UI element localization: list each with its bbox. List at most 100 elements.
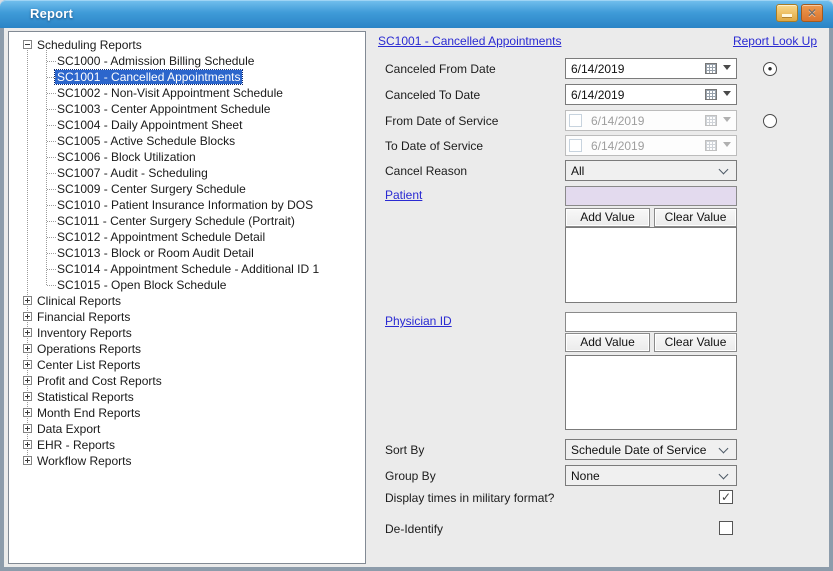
canceled-from-date-picker[interactable]: 6/14/2019: [565, 58, 737, 79]
tree-node-label[interactable]: Operations Reports: [37, 342, 141, 356]
tree-node-label[interactable]: SC1009 - Center Surgery Schedule: [57, 182, 246, 196]
tree-node-label[interactable]: SC1015 - Open Block Schedule: [57, 278, 226, 292]
cancel-reason-select[interactable]: All: [565, 160, 737, 181]
group-by-select[interactable]: None: [565, 465, 737, 486]
tree-node-label[interactable]: SC1013 - Block or Room Audit Detail: [57, 246, 254, 260]
minimize-button[interactable]: [776, 4, 798, 22]
tree-node-label[interactable]: Financial Reports: [37, 310, 130, 324]
chevron-down-icon[interactable]: [719, 164, 729, 174]
tree-node-category[interactable]: Operations Reports: [9, 341, 365, 357]
physician-id-link[interactable]: Physician ID: [385, 314, 452, 328]
de-identify-checkbox[interactable]: [719, 521, 733, 535]
tree-node-label[interactable]: Month End Reports: [37, 406, 140, 420]
tree-node-scheduling-reports[interactable]: Scheduling Reports: [9, 37, 365, 53]
tree-node-report[interactable]: SC1006 - Block Utilization: [9, 149, 365, 165]
tree-node-report[interactable]: SC1007 - Audit - Scheduling: [9, 165, 365, 181]
tree-node-category[interactable]: Center List Reports: [9, 357, 365, 373]
chevron-down-icon[interactable]: [719, 469, 729, 479]
report-lookup-link[interactable]: Report Look Up: [733, 34, 817, 48]
tree-node-label[interactable]: SC1000 - Admission Billing Schedule: [57, 54, 254, 68]
tree-node-category[interactable]: Workflow Reports: [9, 453, 365, 469]
calendar-icon[interactable]: [705, 63, 717, 74]
tree-node-report[interactable]: SC1012 - Appointment Schedule Detail: [9, 229, 365, 245]
expand-icon[interactable]: [23, 328, 32, 337]
tree-node-label[interactable]: Statistical Reports: [37, 390, 134, 404]
report-tree[interactable]: Scheduling Reports SC1000 - Admission Bi…: [8, 31, 366, 564]
patient-list-box[interactable]: [565, 227, 737, 303]
tree-node-label[interactable]: Data Export: [37, 422, 100, 436]
physician-id-input[interactable]: [565, 312, 737, 332]
physician-add-value-button[interactable]: Add Value: [565, 333, 650, 352]
expand-icon[interactable]: [23, 296, 32, 305]
chevron-down-icon[interactable]: [719, 443, 729, 453]
expand-icon[interactable]: [23, 424, 32, 433]
tree-node-report[interactable]: SC1003 - Center Appointment Schedule: [9, 101, 365, 117]
tree-node-label[interactable]: SC1003 - Center Appointment Schedule: [57, 102, 270, 116]
tree-node-label[interactable]: SC1005 - Active Schedule Blocks: [57, 134, 235, 148]
report-title-link[interactable]: SC1001 - Cancelled Appointments: [378, 34, 561, 48]
to-date-of-service-picker[interactable]: 6/14/2019: [565, 135, 737, 156]
enable-date-checkbox[interactable]: [569, 139, 582, 152]
tree-node-category[interactable]: Financial Reports: [9, 309, 365, 325]
tree-node-label[interactable]: Workflow Reports: [37, 454, 131, 468]
service-date-range-radio[interactable]: [763, 114, 777, 128]
close-button[interactable]: ✕: [801, 4, 823, 22]
tree-node-report[interactable]: SC1002 - Non-Visit Appointment Schedule: [9, 85, 365, 101]
tree-node-category[interactable]: Clinical Reports: [9, 293, 365, 309]
physician-list-box[interactable]: [565, 355, 737, 430]
tree-node-label[interactable]: SC1010 - Patient Insurance Information b…: [57, 198, 313, 212]
tree-node-report[interactable]: SC1009 - Center Surgery Schedule: [9, 181, 365, 197]
expand-icon[interactable]: [23, 408, 32, 417]
patient-add-value-button[interactable]: Add Value: [565, 208, 650, 227]
calendar-icon[interactable]: [705, 89, 717, 100]
canceled-to-date-picker[interactable]: 6/14/2019: [565, 84, 737, 105]
patient-clear-value-button[interactable]: Clear Value: [654, 208, 737, 227]
tree-node-report[interactable]: SC1013 - Block or Room Audit Detail: [9, 245, 365, 261]
tree-node-label[interactable]: SC1007 - Audit - Scheduling: [57, 166, 208, 180]
expand-icon[interactable]: [23, 360, 32, 369]
tree-node-label[interactable]: SC1001 - Cancelled Appointments: [55, 70, 242, 84]
tree-node-label[interactable]: Center List Reports: [37, 358, 140, 372]
patient-input[interactable]: [565, 186, 737, 206]
tree-node-category[interactable]: Profit and Cost Reports: [9, 373, 365, 389]
tree-node-report[interactable]: SC1014 - Appointment Schedule - Addition…: [9, 261, 365, 277]
tree-node-label[interactable]: Clinical Reports: [37, 294, 121, 308]
dropdown-arrow-icon[interactable]: [723, 91, 731, 100]
tree-node-report[interactable]: SC1015 - Open Block Schedule: [9, 277, 365, 293]
tree-node-label[interactable]: EHR - Reports: [37, 438, 115, 452]
expand-icon[interactable]: [23, 456, 32, 465]
tree-node-label[interactable]: Inventory Reports: [37, 326, 132, 340]
tree-node-report[interactable]: SC1005 - Active Schedule Blocks: [9, 133, 365, 149]
canceled-date-range-radio[interactable]: ●: [763, 62, 777, 76]
expand-icon[interactable]: [23, 440, 32, 449]
tree-node-report[interactable]: SC1000 - Admission Billing Schedule: [9, 53, 365, 69]
military-format-checkbox[interactable]: ✓: [719, 490, 733, 504]
title-bar[interactable]: Report ✕: [0, 0, 833, 28]
tree-node-category[interactable]: Data Export: [9, 421, 365, 437]
tree-node-label[interactable]: SC1006 - Block Utilization: [57, 150, 196, 164]
physician-clear-value-button[interactable]: Clear Value: [654, 333, 737, 352]
tree-node-category[interactable]: EHR - Reports: [9, 437, 365, 453]
tree-node-report[interactable]: SC1001 - Cancelled Appointments: [9, 69, 365, 85]
tree-node-label[interactable]: SC1011 - Center Surgery Schedule (Portra…: [57, 214, 295, 228]
collapse-icon[interactable]: [23, 40, 32, 49]
tree-node-label[interactable]: SC1012 - Appointment Schedule Detail: [57, 230, 265, 244]
expand-icon[interactable]: [23, 312, 32, 321]
tree-node-report[interactable]: SC1011 - Center Surgery Schedule (Portra…: [9, 213, 365, 229]
sort-by-select[interactable]: Schedule Date of Service: [565, 439, 737, 460]
expand-icon[interactable]: [23, 376, 32, 385]
tree-node-category[interactable]: Statistical Reports: [9, 389, 365, 405]
enable-date-checkbox[interactable]: [569, 114, 582, 127]
tree-node-label[interactable]: Scheduling Reports: [37, 38, 142, 52]
dropdown-arrow-icon[interactable]: [723, 65, 731, 74]
expand-icon[interactable]: [23, 344, 32, 353]
tree-node-label[interactable]: Profit and Cost Reports: [37, 374, 162, 388]
tree-node-label[interactable]: SC1002 - Non-Visit Appointment Schedule: [57, 86, 283, 100]
tree-node-category[interactable]: Month End Reports: [9, 405, 365, 421]
tree-node-report[interactable]: SC1010 - Patient Insurance Information b…: [9, 197, 365, 213]
tree-node-report[interactable]: SC1004 - Daily Appointment Sheet: [9, 117, 365, 133]
from-date-of-service-picker[interactable]: 6/14/2019: [565, 110, 737, 131]
patient-link[interactable]: Patient: [385, 188, 422, 202]
expand-icon[interactable]: [23, 392, 32, 401]
tree-node-category[interactable]: Inventory Reports: [9, 325, 365, 341]
